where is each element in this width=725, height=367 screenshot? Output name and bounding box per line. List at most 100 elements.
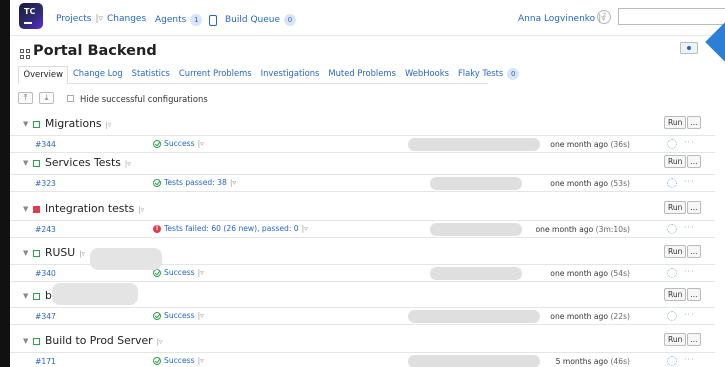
build-status[interactable]: Success |▿ xyxy=(153,268,204,277)
help-icon[interactable]: ? xyxy=(597,10,611,24)
nav-changes[interactable]: Changes xyxy=(107,14,146,24)
build-number[interactable]: #243 xyxy=(35,225,56,234)
tab-current-problems[interactable]: Current Problems xyxy=(174,66,256,84)
nav-agents[interactable]: Agents 1 xyxy=(155,14,218,26)
settings-icon[interactable] xyxy=(667,139,677,149)
build-number[interactable]: #347 xyxy=(35,312,56,321)
user-name: Anna Logvinenko xyxy=(518,14,596,24)
more-icon[interactable]: ··· xyxy=(684,177,695,186)
run-options-button[interactable]: ... xyxy=(687,245,701,258)
run-button[interactable]: Run xyxy=(664,201,687,214)
chevron-down-icon[interactable]: |▿ xyxy=(198,356,204,365)
build-status[interactable]: Success |▿ xyxy=(153,139,204,148)
search-input[interactable] xyxy=(618,8,725,25)
nav-build-queue[interactable]: Build Queue 0 xyxy=(225,14,297,26)
collapse-all-button[interactable]: ⤓ xyxy=(39,92,54,104)
teamcity-logo[interactable]: TC xyxy=(19,3,43,29)
chevron-down-icon[interactable]: |▿ xyxy=(302,224,308,233)
chevron-down-icon[interactable]: |▿ xyxy=(125,160,131,168)
run-button[interactable]: Run xyxy=(664,245,687,258)
tab-change-log[interactable]: Change Log xyxy=(68,66,127,84)
tab-webhooks[interactable]: WebHooks xyxy=(400,66,453,84)
top-navigation: TC Projects |▿ Changes Agents 1 Build Que… xyxy=(10,0,725,36)
nav-projects-label: Projects xyxy=(56,14,92,24)
config-name[interactable]: Services Tests |▿ xyxy=(45,156,131,169)
run-options-button[interactable]: ... xyxy=(687,116,701,129)
collapse-chevron-icon[interactable]: ▼ xyxy=(23,205,28,213)
collapse-chevron-icon[interactable]: ▼ xyxy=(23,159,28,167)
collapse-chevron-icon[interactable]: ▼ xyxy=(23,120,28,128)
tab-investigations[interactable]: Investigations xyxy=(256,66,324,84)
run-button[interactable]: Run xyxy=(664,155,687,168)
run-button[interactable]: Run xyxy=(664,288,687,301)
run-button[interactable]: Run xyxy=(664,116,687,129)
eye-icon[interactable] xyxy=(680,42,698,54)
success-check-icon xyxy=(153,311,161,320)
config-name[interactable]: Build to Prod Server |▿ xyxy=(45,334,163,347)
build-status[interactable]: Success |▿ xyxy=(153,311,204,320)
tab-flaky-tests-label: Flaky Tests xyxy=(457,68,504,78)
hide-successful-checkbox[interactable] xyxy=(67,95,74,102)
config-header: ▼ Migrations |▿ Run... xyxy=(10,116,725,135)
build-status[interactable]: Success |▿ xyxy=(153,356,204,365)
config-name[interactable]: Migrations |▿ xyxy=(45,117,111,130)
build-time: one month ago (3m:10s) xyxy=(535,225,631,234)
nav-projects[interactable]: Projects |▿ xyxy=(56,14,103,24)
tab-statistics[interactable]: Statistics xyxy=(127,66,174,84)
expand-all-button[interactable]: ⤒ xyxy=(18,92,33,104)
settings-icon[interactable] xyxy=(667,178,677,188)
chevron-down-icon[interactable]: |▿ xyxy=(138,206,144,214)
nav-changes-label: Changes xyxy=(107,14,147,24)
run-button-group: Run... xyxy=(664,288,701,301)
chevron-down-icon[interactable]: |▿ xyxy=(95,14,103,24)
run-button-group: Run... xyxy=(664,245,701,258)
tab-muted-problems[interactable]: Muted Problems xyxy=(324,66,401,84)
chevron-down-icon[interactable]: |▿ xyxy=(106,121,112,129)
collapse-chevron-icon[interactable]: ▼ xyxy=(23,292,28,300)
chevron-down-icon[interactable]: |▿ xyxy=(79,250,85,258)
build-status[interactable]: ! Tests failed: 60 (26 new), passed: 0 |▿ xyxy=(153,224,308,233)
chevron-down-icon[interactable]: |▿ xyxy=(230,178,236,187)
run-options-button[interactable]: ... xyxy=(687,155,701,168)
build-status-text: Success xyxy=(164,139,195,148)
more-icon[interactable]: ··· xyxy=(684,310,695,319)
build-number[interactable]: #340 xyxy=(35,269,56,278)
config-name[interactable]: Integration tests |▿ xyxy=(45,202,144,215)
run-options-button[interactable]: ... xyxy=(687,333,701,346)
chevron-down-icon[interactable]: |▿ xyxy=(157,338,163,346)
build-number[interactable]: #344 xyxy=(35,140,56,149)
success-check-icon xyxy=(153,178,161,187)
tab-flaky-tests[interactable]: Flaky Tests 0 xyxy=(453,66,523,84)
build-time: one month ago (22s) xyxy=(550,312,630,321)
settings-icon[interactable] xyxy=(667,311,677,321)
hide-successful-label: Hide successful configurations xyxy=(80,94,208,104)
build-number[interactable]: #171 xyxy=(35,357,56,366)
collapse-chevron-icon[interactable]: ▼ xyxy=(23,249,28,257)
chevron-down-icon[interactable]: |▿ xyxy=(198,268,204,277)
run-button[interactable]: Run xyxy=(664,333,687,346)
run-options-button[interactable]: ... xyxy=(687,288,701,301)
build-status[interactable]: Tests passed: 38 |▿ xyxy=(153,178,236,187)
chevron-down-icon[interactable]: |▿ xyxy=(198,139,204,148)
build-status-text: Success xyxy=(164,356,195,365)
more-icon[interactable]: ··· xyxy=(684,138,695,147)
config-name[interactable]: RUSU |▿ xyxy=(45,246,85,259)
run-button-group: Run... xyxy=(664,201,701,214)
settings-icon[interactable] xyxy=(667,356,677,366)
more-icon[interactable]: ··· xyxy=(684,355,695,364)
build-status-text: Tests passed: 38 xyxy=(164,178,227,187)
settings-icon[interactable] xyxy=(667,224,677,234)
more-icon[interactable]: ··· xyxy=(684,223,695,232)
user-menu[interactable]: Anna Logvinenko |▿ xyxy=(518,14,606,24)
settings-icon[interactable] xyxy=(667,268,677,278)
tab-overview[interactable]: Overview xyxy=(18,66,69,84)
config-status-icon xyxy=(33,250,40,257)
more-icon[interactable]: ··· xyxy=(684,267,695,276)
run-options-button[interactable]: ... xyxy=(687,201,701,214)
redaction xyxy=(90,248,162,270)
logo-text: TC xyxy=(24,7,36,16)
chevron-down-icon[interactable]: |▿ xyxy=(198,311,204,320)
collapse-chevron-icon[interactable]: ▼ xyxy=(23,337,28,345)
build-time: one month ago (54s) xyxy=(550,269,630,278)
build-number[interactable]: #323 xyxy=(35,179,56,188)
